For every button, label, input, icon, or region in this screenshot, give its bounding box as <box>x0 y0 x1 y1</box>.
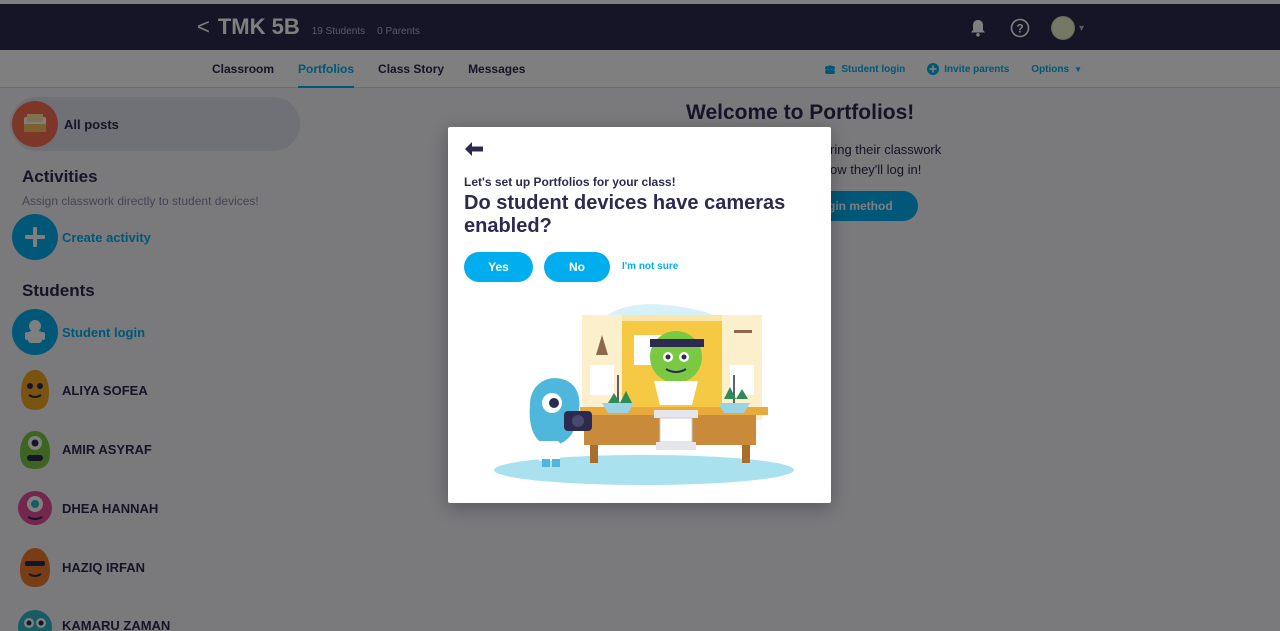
modal-question: Do student devices have cameras enabled? <box>464 192 786 237</box>
modal-pretitle: Let's set up Portfolios for your class! <box>464 175 676 189</box>
back-arrow-icon[interactable] <box>464 141 484 157</box>
yes-button[interactable]: Yes <box>464 252 533 282</box>
setup-modal: Let's set up Portfolios for your class! … <box>448 127 831 503</box>
portfolio-illustration <box>494 304 794 485</box>
not-sure-link[interactable]: I'm not sure <box>622 261 678 272</box>
no-button[interactable]: No <box>544 252 610 282</box>
